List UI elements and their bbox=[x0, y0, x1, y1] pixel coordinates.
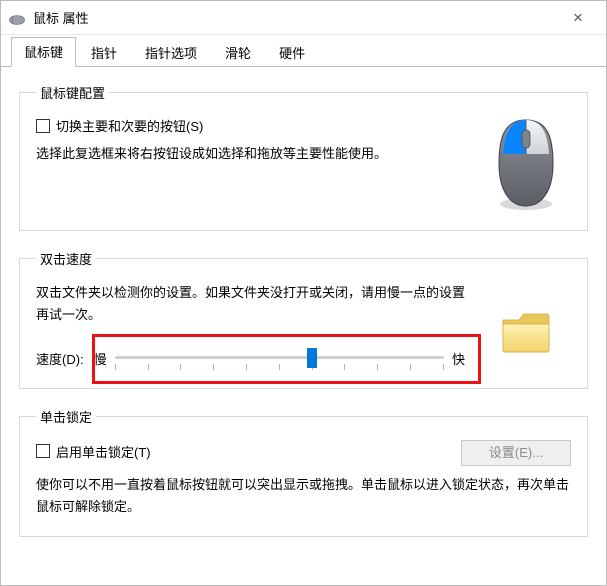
folder-test-area[interactable] bbox=[481, 282, 571, 356]
speed-slider-row: 速度(D): 慢 快 bbox=[36, 346, 469, 370]
tab-wheel[interactable]: 滑轮 bbox=[212, 38, 264, 67]
group-button-config-legend: 鼠标键配置 bbox=[36, 83, 109, 102]
mouse-properties-window: 鼠标 属性 × 鼠标键 指针 指针选项 滑轮 硬件 鼠标键配置 切换主要和次要的… bbox=[0, 0, 607, 586]
close-icon[interactable]: × bbox=[558, 8, 598, 28]
click-lock-label: 启用单击锁定(T) bbox=[56, 442, 151, 461]
swap-buttons-checkbox[interactable]: 切换主要和次要的按钮(S) bbox=[36, 116, 469, 135]
tab-pointers[interactable]: 指针 bbox=[78, 38, 130, 67]
speed-label: 速度(D): bbox=[36, 349, 84, 368]
mouse-illustration bbox=[481, 116, 571, 212]
group-click-lock: 单击锁定 启用单击锁定(T) 设置(E)... 使你可以不用一直按着鼠标按钮就可… bbox=[19, 407, 588, 537]
titlebar: 鼠标 属性 × bbox=[1, 1, 606, 35]
click-lock-description: 使你可以不用一直按着鼠标按钮就可以突出显示或拖拽。单击鼠标以进入锁定状态，再次单… bbox=[36, 474, 571, 518]
client-area: 鼠标键配置 切换主要和次要的按钮(S) 选择此复选框来将右按钮设成如选择和拖放等… bbox=[1, 67, 606, 585]
group-double-click-speed: 双击速度 双击文件夹以检测你的设置。如果文件夹没打开或关闭，请用慢一点的设置再试… bbox=[19, 249, 588, 389]
swap-buttons-description: 选择此复选框来将右按钮设成如选择和拖放等主要性能使用。 bbox=[36, 143, 469, 165]
group-button-config: 鼠标键配置 切换主要和次要的按钮(S) 选择此复选框来将右按钮设成如选择和拖放等… bbox=[19, 83, 588, 231]
mouse-icon bbox=[9, 13, 25, 23]
checkbox-box-icon bbox=[36, 119, 50, 133]
slider-track bbox=[115, 356, 444, 359]
speed-min-label: 慢 bbox=[94, 349, 107, 368]
speed-max-label: 快 bbox=[452, 349, 465, 368]
group-double-click-legend: 双击速度 bbox=[36, 249, 96, 268]
click-lock-checkbox[interactable]: 启用单击锁定(T) bbox=[36, 442, 151, 461]
tab-hardware[interactable]: 硬件 bbox=[266, 38, 318, 67]
slider-ticks bbox=[115, 364, 444, 370]
group-click-lock-legend: 单击锁定 bbox=[36, 407, 96, 426]
double-click-description: 双击文件夹以检测你的设置。如果文件夹没打开或关闭，请用慢一点的设置再试一次。 bbox=[36, 282, 469, 326]
tab-strip: 鼠标键 指针 指针选项 滑轮 硬件 bbox=[1, 35, 606, 67]
slider-handle[interactable] bbox=[307, 348, 317, 368]
speed-slider[interactable] bbox=[115, 346, 444, 370]
window-title: 鼠标 属性 bbox=[33, 8, 558, 27]
tab-buttons[interactable]: 鼠标键 bbox=[11, 37, 76, 67]
swap-buttons-label: 切换主要和次要的按钮(S) bbox=[56, 116, 203, 135]
checkbox-box-icon bbox=[36, 444, 50, 458]
tab-pointer-options[interactable]: 指针选项 bbox=[132, 38, 210, 67]
click-lock-settings-button[interactable]: 设置(E)... bbox=[461, 440, 571, 466]
